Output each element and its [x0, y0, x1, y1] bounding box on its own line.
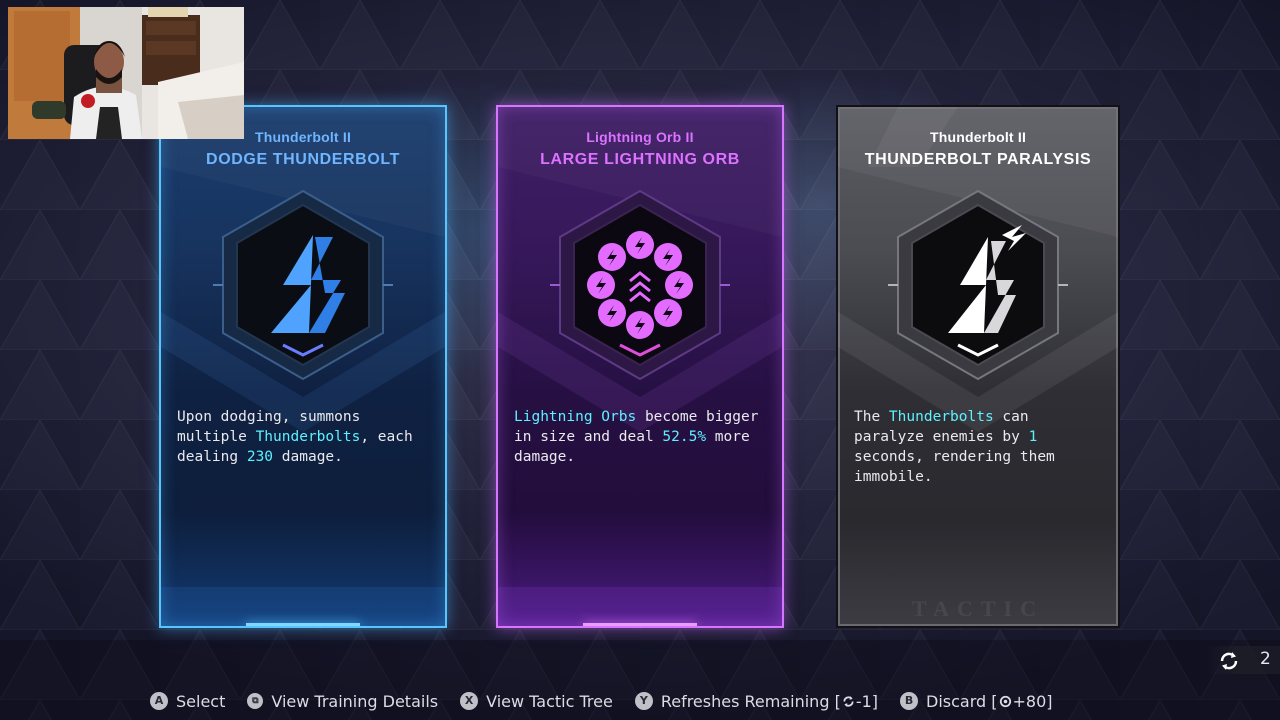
desc-text: seconds, rendering them immobile.: [854, 449, 1055, 485]
card-description: Lightning Orbs become bigger in size and…: [514, 407, 766, 467]
hint-label: View Tactic Tree: [486, 691, 613, 711]
card-bottom-glow: [246, 623, 360, 626]
a-button-icon: A: [150, 692, 168, 710]
refresh-icon: [843, 695, 854, 707]
b-button-icon: B: [900, 692, 919, 710]
desc-highlight: 52.5%: [662, 429, 707, 445]
desc-highlight: 1: [1028, 429, 1038, 445]
desc-highlight: Thunderbolts: [888, 409, 994, 425]
hint-cost: +80]: [1012, 691, 1053, 711]
refresh-icon: [1220, 652, 1238, 670]
hint-cost: -1]: [855, 691, 879, 711]
desc-text: The: [854, 409, 889, 425]
view-button-icon: ⧉: [247, 693, 264, 709]
card-header: Lightning Orb II LARGE LIGHTNING ORB: [498, 129, 782, 169]
hint-select[interactable]: A Select: [150, 692, 225, 711]
hint-label: Refreshes Remaining [: [660, 691, 841, 711]
card-description: The Thunderbolts can paralyze enemies by…: [854, 407, 1102, 487]
tactic-card-thunderbolt-paralysis[interactable]: Thunderbolt II THUNDERBOLT PARALYSIS The…: [836, 105, 1120, 628]
refresh-count: 2: [1260, 649, 1271, 669]
x-button-icon: X: [460, 692, 479, 710]
card-description: Upon dodging, summons multiple Thunderbo…: [177, 407, 429, 467]
controller-hints-bar: A Select ⧉ View Training Details X View …: [150, 688, 1075, 714]
hint-discard[interactable]: B Discard [ +80]: [900, 692, 1053, 711]
tactic-card-large-lightning-orb[interactable]: Lightning Orb II LARGE LIGHTNING ORB Lig…: [496, 105, 784, 628]
lightning-orbs-ring-icon: [550, 189, 730, 381]
currency-icon: [999, 695, 1011, 707]
hint-label: Discard [: [926, 691, 998, 711]
hint-view-tactic-tree[interactable]: X View Tactic Tree: [460, 692, 613, 711]
card-subtitle: Thunderbolt II: [929, 129, 1027, 145]
card-header: Thunderbolt II THUNDERBOLT PARALYSIS: [838, 129, 1118, 169]
desc-highlight: Lightning Orbs: [514, 409, 637, 425]
tactic-card-dodge-thunderbolt[interactable]: Thunderbolt II DODGE THUNDERBOLT Upon do…: [159, 105, 447, 628]
refresh-counter: 2: [1206, 646, 1280, 674]
card-bottom-glow: [583, 623, 697, 626]
tactic-watermark: TACTIC: [912, 596, 1044, 621]
card-title: DODGE THUNDERBOLT: [206, 151, 400, 168]
hint-refreshes-remaining[interactable]: Y Refreshes Remaining [ -1]: [634, 691, 879, 711]
card-title: LARGE LIGHTNING ORB: [540, 151, 740, 168]
hint-label: View Training Details: [271, 691, 439, 711]
webcam-overlay: [8, 7, 244, 139]
thunderbolt-paralysis-icon: [888, 189, 1068, 381]
desc-highlight: Thunderbolts: [255, 429, 361, 445]
hint-view-training-details[interactable]: ⧉ View Training Details: [247, 692, 438, 711]
y-button-icon: Y: [634, 692, 653, 710]
card-subtitle: Lightning Orb II: [586, 129, 694, 145]
hint-label: Select: [176, 691, 226, 711]
desc-highlight: 230: [246, 449, 274, 465]
lightning-bolt-icon: [213, 189, 393, 381]
desc-text: damage.: [273, 449, 343, 465]
card-title: THUNDERBOLT PARALYSIS: [864, 151, 1092, 168]
